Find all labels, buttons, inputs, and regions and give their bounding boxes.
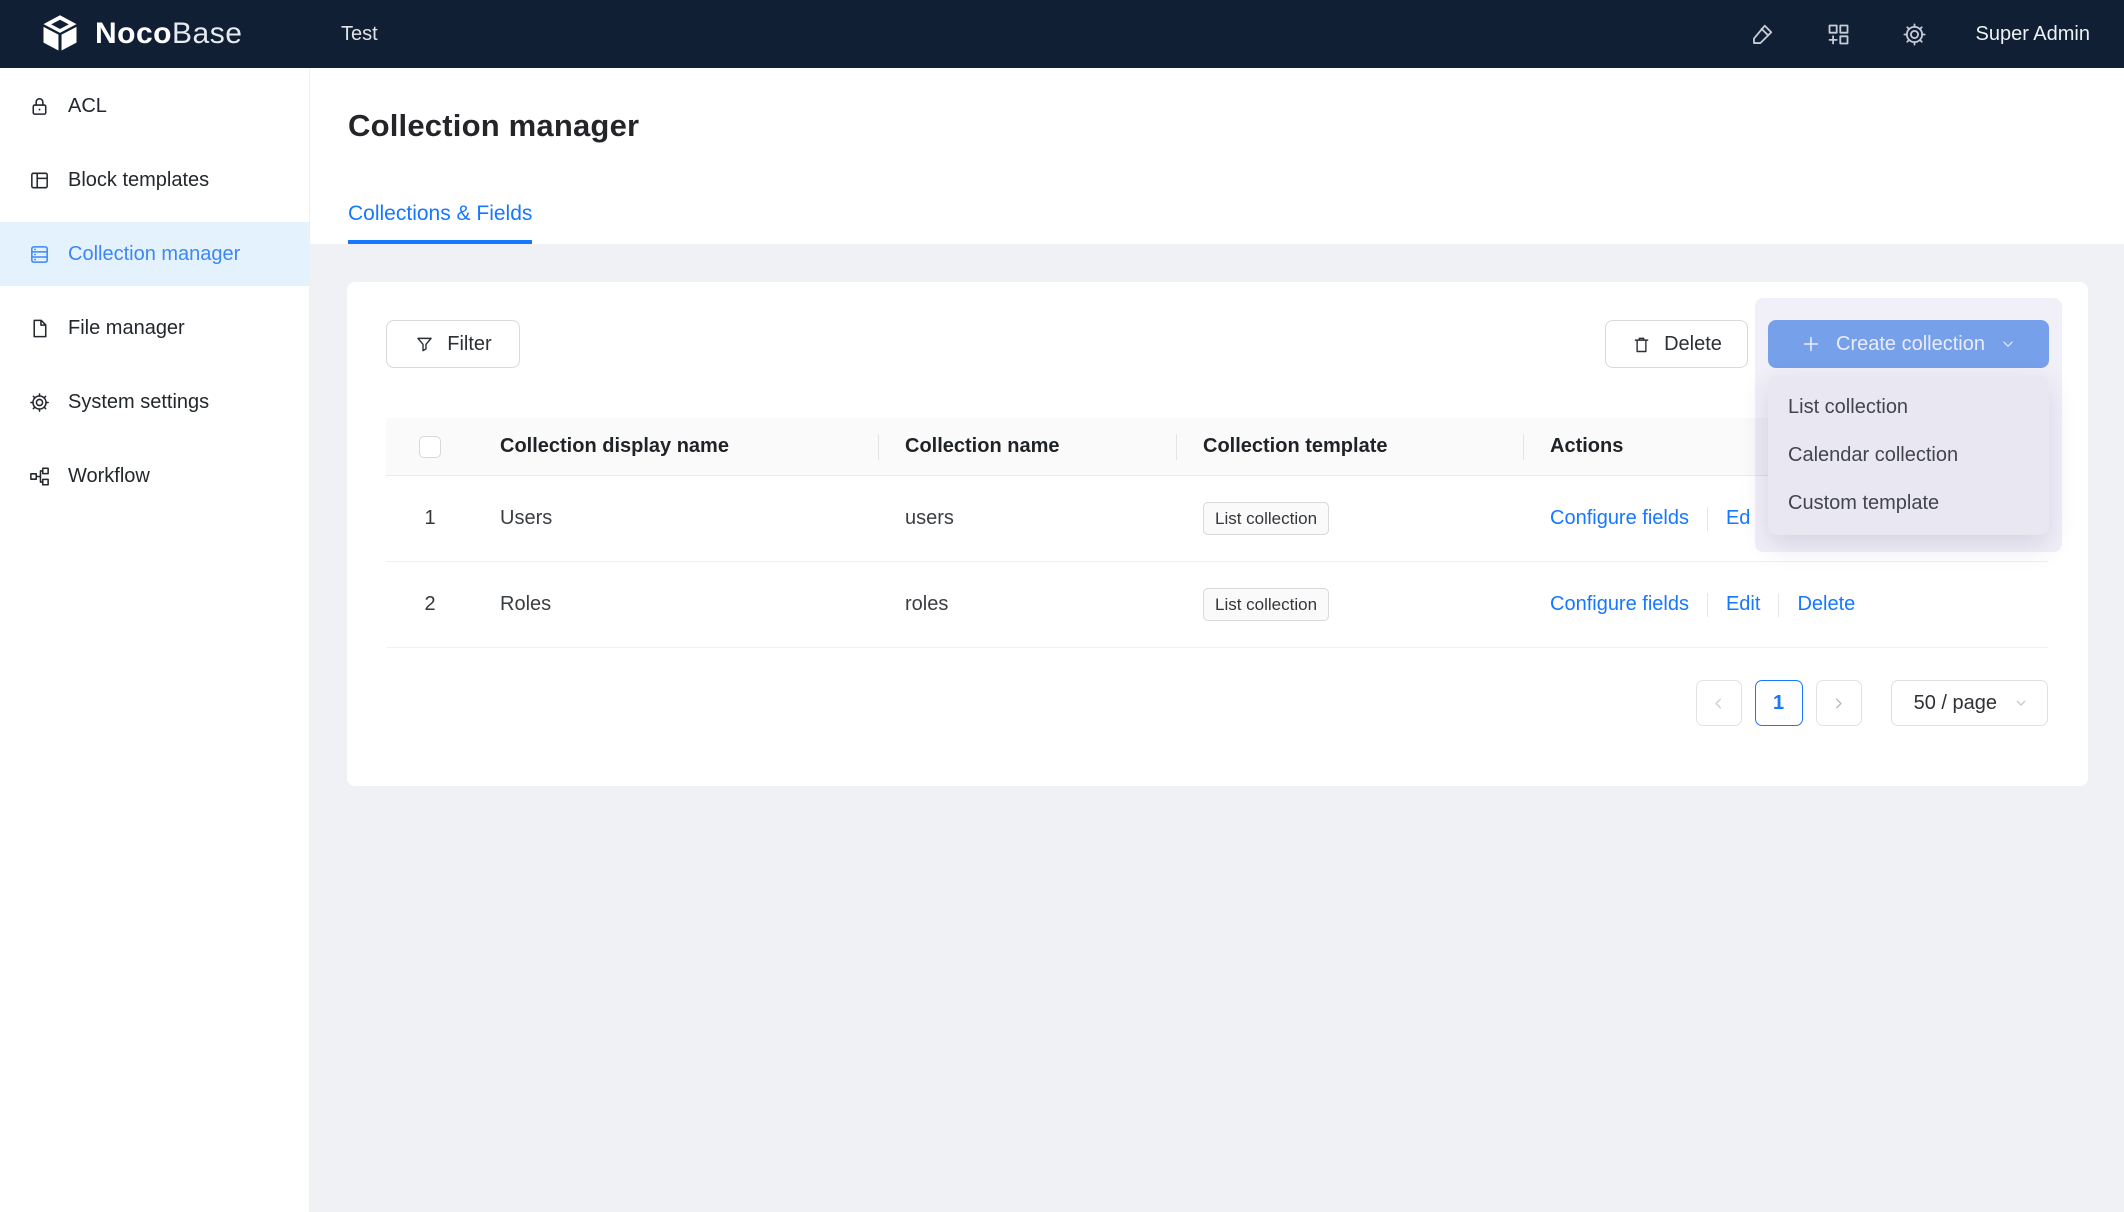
pagination-next-button[interactable] xyxy=(1816,680,1862,726)
app: NocoBase Test Sup xyxy=(0,0,2124,1212)
cell-template: List collection xyxy=(1177,588,1524,622)
cell-collection-name: roles xyxy=(879,593,1177,616)
sidebar: ACL Block templates Collection manager xyxy=(0,68,310,1212)
create-collection-label: Create collection xyxy=(1836,333,1985,356)
pagination-page-1[interactable]: 1 xyxy=(1755,680,1803,726)
gear-icon xyxy=(28,391,51,414)
nav-menu: Test xyxy=(310,0,378,68)
nav-right: Super Admin xyxy=(1747,19,2124,49)
sidebar-item-label: System settings xyxy=(68,391,209,414)
delete-link[interactable]: Delete xyxy=(1797,593,1855,616)
highlighter-icon[interactable] xyxy=(1747,19,1777,49)
nocobase-logo-icon xyxy=(38,14,82,54)
filter-button[interactable]: Filter xyxy=(386,320,520,368)
sidebar-item-acl[interactable]: ACL xyxy=(0,74,309,138)
tab-collections-fields[interactable]: Collections & Fields xyxy=(348,202,532,244)
chevron-down-icon xyxy=(2013,695,2029,711)
header-collection-display-name: Collection display name xyxy=(474,435,879,458)
sidebar-item-file-manager[interactable]: File manager xyxy=(0,296,309,360)
chevron-left-icon xyxy=(1710,695,1727,712)
page-header: Collection manager Collections & Fields xyxy=(310,68,2124,244)
action-divider xyxy=(1707,507,1708,531)
plus-icon xyxy=(1800,333,1822,355)
sidebar-item-label: Collection manager xyxy=(68,243,240,266)
create-collection-menu: List collection Calendar collection Cust… xyxy=(1768,375,2049,535)
gear-icon[interactable] xyxy=(1899,19,1929,49)
sidebar-item-label: Workflow xyxy=(68,465,150,488)
page-size-select[interactable]: 50 / page xyxy=(1891,680,2048,726)
select-all-checkbox[interactable] xyxy=(419,436,441,458)
header-collection-name: Collection name xyxy=(879,435,1177,458)
sidebar-item-block-templates[interactable]: Block templates xyxy=(0,148,309,212)
page-title: Collection manager xyxy=(348,108,639,144)
appstore-add-icon[interactable] xyxy=(1823,19,1853,49)
cell-display-name: Roles xyxy=(474,593,879,616)
menu-item-list-collection[interactable]: List collection xyxy=(1768,383,2049,431)
tabbar: Collections & Fields xyxy=(348,202,532,244)
workflow-icon xyxy=(28,465,51,488)
sidebar-item-label: ACL xyxy=(68,95,107,118)
cell-display-name: Users xyxy=(474,507,879,530)
lock-icon xyxy=(28,95,51,118)
action-divider xyxy=(1707,593,1708,617)
cell-actions: Configure fields Edit Delete xyxy=(1524,593,2048,617)
sidebar-item-system-settings[interactable]: System settings xyxy=(0,370,309,434)
configure-fields-link[interactable]: Configure fields xyxy=(1550,507,1689,530)
menu-item-custom-template[interactable]: Custom template xyxy=(1768,479,2049,527)
sidebar-item-label: File manager xyxy=(68,317,185,340)
table-row: 2 Roles roles List collection Configure … xyxy=(386,562,2048,648)
chevron-right-icon xyxy=(1830,695,1847,712)
trash-icon xyxy=(1631,334,1652,355)
filter-icon xyxy=(414,334,435,355)
brand-name-bold: Noco xyxy=(95,17,172,50)
cell-template: List collection xyxy=(1177,502,1524,536)
main-content: Collection manager Collections & Fields … xyxy=(310,68,2124,1212)
top-navbar: NocoBase Test Sup xyxy=(0,0,2124,68)
chevron-down-icon xyxy=(1999,335,2017,353)
template-tag: List collection xyxy=(1203,588,1329,622)
row-index[interactable]: 1 xyxy=(386,507,474,530)
configure-fields-link[interactable]: Configure fields xyxy=(1550,593,1689,616)
database-icon xyxy=(28,243,51,266)
delete-button[interactable]: Delete xyxy=(1605,320,1748,368)
template-tag: List collection xyxy=(1203,502,1329,536)
sidebar-item-workflow[interactable]: Workflow xyxy=(0,444,309,508)
brand: NocoBase xyxy=(0,0,310,68)
brand-name-light: Base xyxy=(172,17,242,50)
action-divider xyxy=(1778,593,1779,617)
user-name[interactable]: Super Admin xyxy=(1975,23,2090,46)
header-collection-template: Collection template xyxy=(1177,435,1524,458)
create-collection-button[interactable]: Create collection xyxy=(1768,320,2049,368)
pagination: 1 50 / page xyxy=(1696,680,2048,726)
file-icon xyxy=(28,317,51,340)
header-select-cell xyxy=(386,436,474,458)
edit-link[interactable]: Edit xyxy=(1726,593,1760,616)
row-index[interactable]: 2 xyxy=(386,593,474,616)
sidebar-item-collection-manager[interactable]: Collection manager xyxy=(0,222,309,286)
layout-icon xyxy=(28,169,51,192)
brand-name: NocoBase xyxy=(95,17,242,51)
nav-item-test[interactable]: Test xyxy=(341,23,378,46)
toolbar: Filter Delete Create collection xyxy=(386,320,2049,368)
menu-item-calendar-collection[interactable]: Calendar collection xyxy=(1768,431,2049,479)
cell-collection-name: users xyxy=(879,507,1177,530)
edit-link[interactable]: Ed xyxy=(1726,507,1750,530)
filter-label: Filter xyxy=(447,333,491,356)
sidebar-item-label: Block templates xyxy=(68,169,209,192)
delete-label: Delete xyxy=(1664,333,1722,356)
pagination-prev-button[interactable] xyxy=(1696,680,1742,726)
page-size-value: 50 / page xyxy=(1914,692,1997,715)
